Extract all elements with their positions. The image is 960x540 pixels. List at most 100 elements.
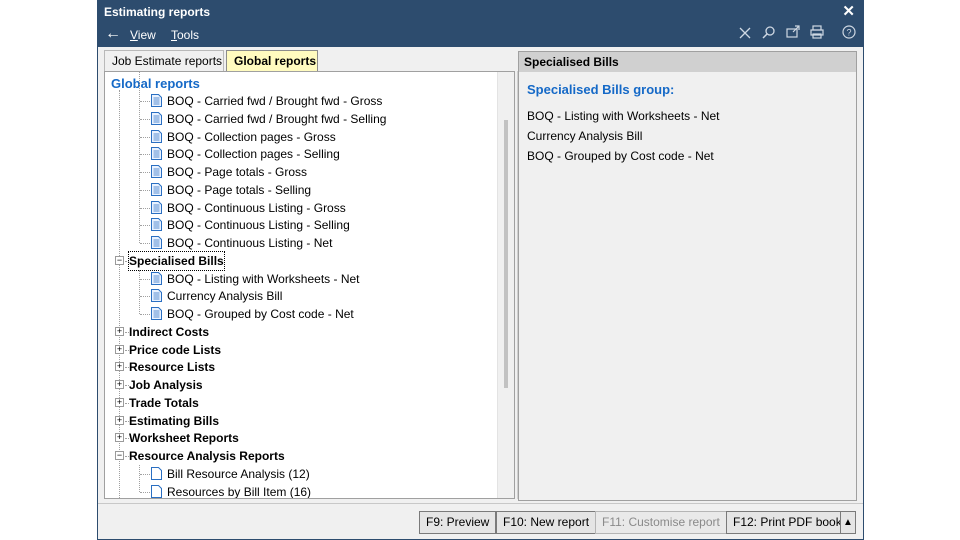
report-document-icon: [151, 307, 162, 320]
tree-group-node[interactable]: − Resource Analysis Reports: [105, 447, 495, 465]
tree-report-label[interactable]: Currency Analysis Bill: [167, 287, 282, 305]
tree-report-label[interactable]: BOQ - Collection pages - Selling: [167, 145, 340, 163]
print-icon[interactable]: [808, 25, 826, 43]
print-pdf-book-button[interactable]: F12: Print PDF book: [726, 511, 849, 534]
tree-report-label[interactable]: BOQ - Listing with Worksheets - Net: [167, 270, 360, 288]
collapse-toggle-icon[interactable]: −: [115, 255, 124, 265]
report-tree-panel: Global reports BOQ - Carried fwd / Broug…: [104, 71, 515, 499]
expand-toggle-icon[interactable]: +: [115, 433, 124, 443]
close-x-icon[interactable]: [736, 25, 754, 43]
footer-expand-up-icon[interactable]: ▲: [840, 511, 856, 534]
tree-connector: [140, 296, 150, 298]
tree-report-node[interactable]: BOQ - Collection pages - Selling: [105, 145, 495, 163]
expand-toggle-icon[interactable]: +: [115, 362, 124, 372]
tree-report-node[interactable]: BOQ - Page totals - Gross: [105, 163, 495, 181]
collapse-toggle-icon[interactable]: −: [115, 451, 124, 460]
scrollbar-thumb[interactable]: [504, 120, 508, 388]
tree-connector: [139, 72, 140, 243]
tree-report-label[interactable]: BOQ - Grouped by Cost code - Net: [167, 305, 354, 323]
tab-global-reports[interactable]: Global reports: [226, 50, 318, 71]
tree-report-label[interactable]: BOQ - Page totals - Gross: [167, 163, 307, 181]
tree-group-label[interactable]: Trade Totals: [129, 394, 199, 412]
close-window-icon[interactable]: ✕: [842, 2, 855, 20]
help-icon[interactable]: ?: [840, 25, 858, 43]
expand-toggle-icon[interactable]: +: [115, 415, 124, 425]
footer-bar: F9: Preview F10: New report F11: Customi…: [98, 503, 863, 539]
tree-group-label[interactable]: Indirect Costs: [129, 323, 209, 341]
report-document-icon: [151, 147, 162, 161]
tree-report-node[interactable]: BOQ - Collection pages - Gross: [105, 128, 495, 146]
report-document-icon: [151, 111, 162, 125]
tree-group-node[interactable]: + Worksheet Reports: [105, 429, 495, 447]
report-document-icon: [151, 289, 162, 303]
tree-report-node[interactable]: BOQ - Continuous Listing - Gross: [105, 199, 495, 217]
report-document-icon: [151, 165, 162, 178]
tree-report-label[interactable]: BOQ - Carried fwd / Brought fwd - Sellin…: [167, 110, 386, 128]
tree-report-label[interactable]: BOQ - Carried fwd / Brought fwd - Gross: [167, 92, 382, 110]
report-document-icon: [151, 94, 162, 107]
search-icon[interactable]: [760, 25, 778, 43]
new-report-button[interactable]: F10: New report: [496, 511, 597, 534]
detail-panel: Specialised Bills Specialised Bills grou…: [518, 51, 857, 501]
detail-item[interactable]: BOQ - Listing with Worksheets - Net: [527, 109, 720, 123]
tree-root-label[interactable]: Global reports: [111, 76, 200, 91]
tree-report-node[interactable]: BOQ - Continuous Listing - Selling: [105, 216, 495, 234]
tree-group-label[interactable]: Specialised Bills: [128, 250, 225, 271]
expand-toggle-icon[interactable]: +: [115, 380, 124, 389]
tree-report-label[interactable]: BOQ - Continuous Listing - Selling: [167, 216, 350, 234]
tab-job-estimate-reports[interactable]: Job Estimate reports: [104, 50, 224, 71]
menu-view[interactable]: View: [130, 28, 156, 42]
tree-group-node[interactable]: − Specialised Bills: [105, 250, 495, 271]
tree-group-label[interactable]: Resource Analysis Reports: [129, 447, 285, 465]
expand-toggle-icon[interactable]: +: [115, 397, 124, 407]
tree-report-node[interactable]: Resources by Bill Item (16): [105, 483, 495, 499]
tree-group-label[interactable]: Job Analysis: [129, 376, 203, 394]
tree-group-node[interactable]: + Indirect Costs: [105, 323, 495, 341]
tree-scrollbar[interactable]: [497, 72, 514, 498]
detail-group-title: Specialised Bills group:: [527, 82, 675, 97]
tree-connector: [140, 172, 150, 173]
menu-tools[interactable]: Tools: [171, 28, 199, 42]
report-document-icon: [151, 129, 162, 143]
tree-report-node[interactable]: BOQ - Continuous Listing - Net: [105, 234, 495, 252]
tree-report-node[interactable]: Bill Resource Analysis (12): [105, 465, 495, 483]
blank-document-icon: [151, 466, 162, 480]
tree-report-label[interactable]: BOQ - Page totals - Selling: [167, 181, 311, 199]
tree-group-node[interactable]: + Trade Totals: [105, 394, 495, 412]
expand-toggle-icon[interactable]: +: [115, 326, 124, 336]
window-title: Estimating reports: [104, 5, 211, 19]
export-icon[interactable]: [784, 25, 802, 43]
tree-report-node[interactable]: Currency Analysis Bill: [105, 287, 495, 305]
customise-report-button[interactable]: F11: Customise report: [595, 511, 727, 534]
tree-report-node[interactable]: BOQ - Page totals - Selling: [105, 181, 495, 199]
tree-report-label[interactable]: Resources by Bill Item (16): [167, 483, 311, 499]
detail-item[interactable]: BOQ - Grouped by Cost code - Net: [527, 149, 714, 163]
tree-group-label[interactable]: Estimating Bills: [129, 412, 219, 430]
detail-item[interactable]: Currency Analysis Bill: [527, 129, 642, 143]
tree-connector: [140, 207, 150, 209]
svg-text:?: ?: [846, 28, 851, 38]
tree-report-node[interactable]: BOQ - Listing with Worksheets - Net: [105, 270, 495, 288]
report-tree: Global reports BOQ - Carried fwd / Broug…: [105, 72, 500, 498]
tree-group-node[interactable]: + Price code Lists: [105, 341, 495, 359]
tree-report-label[interactable]: BOQ - Continuous Listing - Gross: [167, 199, 346, 217]
tree-report-label[interactable]: BOQ - Collection pages - Gross: [167, 128, 336, 146]
tree-connector: [140, 473, 150, 475]
tree-group-label[interactable]: Price code Lists: [129, 341, 221, 359]
expand-toggle-icon[interactable]: +: [115, 344, 124, 354]
tree-report-node[interactable]: BOQ - Carried fwd / Brought fwd - Sellin…: [105, 110, 495, 128]
tree-report-node[interactable]: BOQ - Grouped by Cost code - Net: [105, 305, 495, 323]
tree-group-node[interactable]: + Resource Lists: [105, 358, 495, 376]
tree-report-node[interactable]: BOQ - Carried fwd / Brought fwd - Gross: [105, 92, 495, 110]
tree-report-label[interactable]: BOQ - Continuous Listing - Net: [167, 234, 332, 252]
tree-connector: [140, 136, 150, 138]
back-arrow-icon[interactable]: ←: [105, 25, 121, 43]
tree-group-node[interactable]: + Job Analysis: [105, 376, 495, 394]
preview-button[interactable]: F9: Preview: [419, 511, 497, 534]
tree-group-node[interactable]: + Estimating Bills: [105, 412, 495, 430]
tree-group-label[interactable]: Resource Lists: [129, 358, 215, 376]
tree-group-label[interactable]: Worksheet Reports: [129, 429, 239, 447]
detail-header: Specialised Bills: [519, 52, 856, 72]
tree-report-label[interactable]: Bill Resource Analysis (12): [167, 465, 310, 483]
tree-connector: [139, 464, 140, 492]
